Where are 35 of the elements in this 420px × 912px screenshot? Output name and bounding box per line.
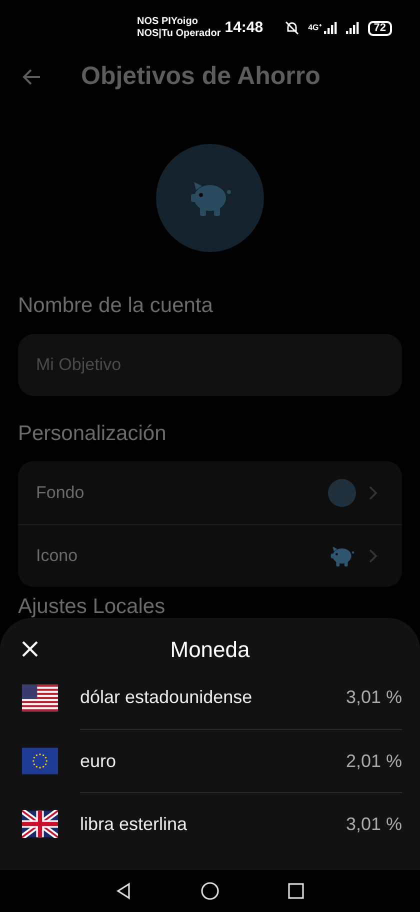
- currency-name: libra esterlina: [80, 812, 188, 836]
- chevron-right-icon: [368, 484, 378, 500]
- account-name-field[interactable]: Mi Objetivo: [18, 334, 402, 396]
- row-label: Icono: [36, 545, 78, 568]
- carrier-name: NOS|Tu Operador: [137, 28, 221, 40]
- clock: 14:48: [224, 18, 264, 38]
- signal-icon: [324, 22, 338, 34]
- currency-row[interactable]: libra esterlina 3,01 %: [0, 792, 420, 855]
- settings-row[interactable]: Fondo: [18, 461, 402, 524]
- carrier-name: NOS PIYoigo: [137, 16, 199, 28]
- flag-icon: [22, 684, 58, 712]
- settings-row[interactable]: Icono: [18, 524, 402, 587]
- section-label: Nombre de la cuenta: [18, 293, 214, 319]
- muted-bell-icon: [284, 20, 300, 36]
- currency-rate: 3,01 %: [346, 812, 402, 836]
- currency-row[interactable]: dólar estadounidense 3,01 %: [0, 666, 420, 729]
- home-nav-icon[interactable]: [200, 881, 220, 901]
- currency-name: euro: [80, 750, 116, 772]
- currency-name: dólar estadounidense: [80, 686, 252, 709]
- signal-icon: [346, 22, 360, 34]
- section-label: Ajustes Locales: [18, 595, 166, 619]
- currency-rate: 2,01 %: [346, 750, 402, 772]
- section-label: Personalización: [18, 420, 168, 446]
- page-title: Objetivos de Ahorro: [81, 61, 320, 92]
- chevron-right-icon: [368, 548, 378, 564]
- row-label: Fondo: [36, 482, 84, 504]
- flag-icon: [22, 810, 58, 838]
- recents-nav-icon[interactable]: [286, 881, 306, 901]
- network-type: 4G⁺: [308, 22, 322, 34]
- battery-level: 72: [368, 20, 392, 36]
- currency-rate: 3,01 %: [346, 686, 402, 709]
- sheet-title: Moneda: [170, 636, 250, 664]
- currency-row[interactable]: euro 2,01 %: [0, 729, 420, 792]
- close-icon[interactable]: [20, 639, 40, 659]
- flag-icon: [22, 746, 58, 774]
